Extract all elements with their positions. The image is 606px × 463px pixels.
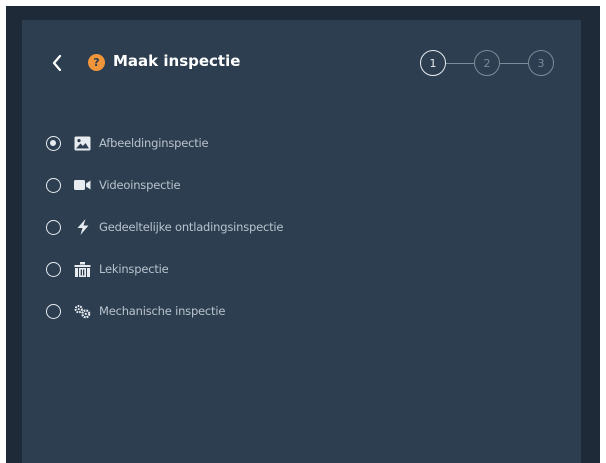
leak-icon xyxy=(74,261,91,277)
option-gedeeltelijke-ontladingsinspectie[interactable]: Gedeeltelijke ontladingsinspectie xyxy=(46,216,346,238)
gears-icon xyxy=(74,303,91,319)
radio-button[interactable] xyxy=(46,135,61,151)
step-2: 2 xyxy=(474,50,500,76)
radio-button[interactable] xyxy=(46,261,61,277)
lightning-bolt-icon xyxy=(74,219,91,235)
inspection-panel: ? Maak inspectie 1 2 3 Afbeeldinginspectie… xyxy=(22,20,581,463)
step-connector xyxy=(500,63,528,64)
option-videoinspectie[interactable]: Videoinspectie xyxy=(46,174,346,196)
back-button[interactable] xyxy=(48,51,66,75)
step-indicator: 1 2 3 xyxy=(420,50,556,78)
option-label: Gedeeltelijke ontladingsinspectie xyxy=(99,220,284,234)
help-icon[interactable]: ? xyxy=(88,54,105,71)
chevron-left-icon xyxy=(52,55,62,71)
video-camera-icon xyxy=(74,177,91,193)
radio-button[interactable] xyxy=(46,303,61,319)
option-label: Videoinspectie xyxy=(99,178,181,192)
option-lekinspectie[interactable]: Lekinspectie xyxy=(46,258,346,280)
panel-header: ? Maak inspectie 1 2 3 xyxy=(22,20,581,108)
option-label: Mechanische inspectie xyxy=(99,304,226,318)
step-1: 1 xyxy=(420,50,446,76)
option-label: Afbeeldinginspectie xyxy=(99,136,209,150)
help-symbol: ? xyxy=(93,56,100,69)
radio-button[interactable] xyxy=(46,177,61,193)
step-connector xyxy=(446,63,474,64)
option-mechanische-inspectie[interactable]: Mechanische inspectie xyxy=(46,300,346,322)
page-title: Maak inspectie xyxy=(113,52,241,70)
option-afbeeldinginspectie[interactable]: Afbeeldinginspectie xyxy=(46,132,346,154)
image-icon xyxy=(74,135,91,151)
option-label: Lekinspectie xyxy=(99,262,169,276)
step-3: 3 xyxy=(528,50,554,76)
radio-button[interactable] xyxy=(46,219,61,235)
